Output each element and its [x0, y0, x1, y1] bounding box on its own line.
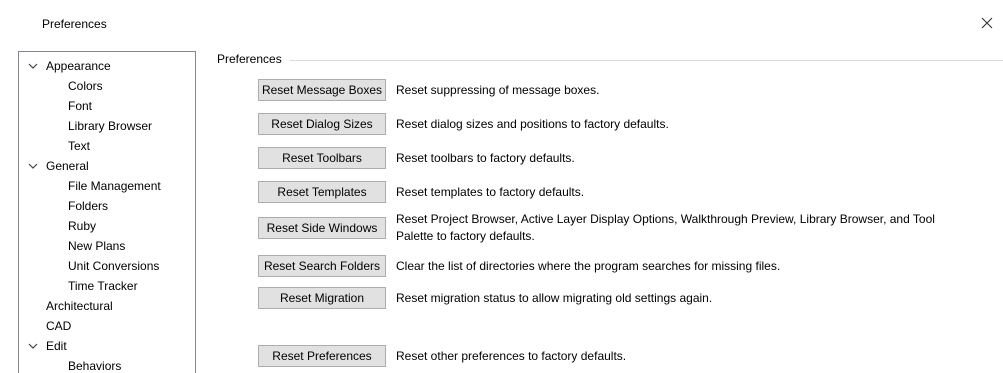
tree-item-label: Architectural: [46, 299, 113, 313]
reset-side-windows-button[interactable]: Reset Side Windows: [258, 217, 386, 239]
tree-item-label: File Management: [68, 179, 161, 193]
action-description: Reset dialog sizes and positions to fact…: [396, 117, 669, 131]
tree-item-general[interactable]: General: [19, 156, 195, 176]
reset-preferences-button[interactable]: Reset Preferences: [258, 345, 386, 367]
group-divider: [290, 60, 1003, 61]
action-description: Reset suppressing of message boxes.: [396, 83, 600, 97]
tree-item-appearance[interactable]: Appearance: [19, 56, 195, 76]
chevron-down-icon[interactable]: [28, 162, 38, 170]
tree-item-file-management[interactable]: File Management: [19, 176, 195, 196]
tree-item-ruby[interactable]: Ruby: [19, 216, 195, 236]
tree-item-edit[interactable]: Edit: [19, 336, 195, 356]
chevron-down-icon[interactable]: [28, 62, 38, 70]
tree-item-font[interactable]: Font: [19, 96, 195, 116]
action-description: Reset templates to factory defaults.: [396, 185, 585, 199]
tree-item-unit-conversions[interactable]: Unit Conversions: [19, 256, 195, 276]
tree-item-label: General: [46, 159, 89, 173]
close-icon[interactable]: [976, 12, 998, 34]
action-description: Reset other preferences to factory defau…: [396, 349, 627, 363]
action-description: Clear the list of directories where the …: [396, 259, 781, 273]
tree-item-label: Font: [68, 99, 93, 113]
preferences-tree[interactable]: Appearance Colors Font Library Browser T…: [18, 51, 196, 373]
tree-item-label: Library Browser: [68, 119, 153, 133]
tree-item-time-tracker[interactable]: Time Tracker: [19, 276, 195, 296]
action-description-line1: Reset Project Browser, Active Layer Disp…: [396, 212, 935, 226]
tree-item-label: Ruby: [68, 219, 97, 233]
tree-item-label: CAD: [46, 319, 72, 333]
reset-templates-button[interactable]: Reset Templates: [258, 181, 386, 203]
tree-item-new-plans[interactable]: New Plans: [19, 236, 195, 256]
tree-item-library-browser[interactable]: Library Browser: [19, 116, 195, 136]
title-bar: Preferences: [0, 0, 1003, 44]
tree-item-label: New Plans: [68, 239, 126, 253]
tree-item-label: Text: [68, 139, 91, 153]
reset-search-folders-button[interactable]: Reset Search Folders: [258, 255, 386, 277]
action-description-line2: Palette to factory defaults.: [396, 229, 535, 243]
reset-dialog-sizes-button[interactable]: Reset Dialog Sizes: [258, 113, 386, 135]
tree-item-label: Appearance: [46, 59, 111, 73]
reset-migration-button[interactable]: Reset Migration: [258, 287, 386, 309]
tree-item-label: Folders: [68, 199, 109, 213]
window-title: Preferences: [42, 17, 107, 31]
tree-item-label: Behaviors: [68, 359, 122, 373]
tree-item-colors[interactable]: Colors: [19, 76, 195, 96]
action-description: Reset migration status to allow migratin…: [396, 291, 713, 305]
reset-message-boxes-button[interactable]: Reset Message Boxes: [258, 79, 386, 101]
tree-item-label: Edit: [46, 339, 67, 353]
tree-item-label: Unit Conversions: [68, 259, 160, 273]
group-label: Preferences: [217, 52, 287, 66]
tree-item-behaviors[interactable]: Behaviors: [19, 356, 195, 373]
tree-item-architectural[interactable]: Architectural: [19, 296, 195, 316]
tree-item-folders[interactable]: Folders: [19, 196, 195, 216]
tree-item-label: Time Tracker: [68, 279, 138, 293]
tree-item-label: Colors: [68, 79, 103, 93]
tree-item-cad[interactable]: CAD: [19, 316, 195, 336]
chevron-down-icon[interactable]: [28, 342, 38, 350]
action-description: Reset toolbars to factory defaults.: [396, 151, 575, 165]
tree-item-text[interactable]: Text: [19, 136, 195, 156]
reset-toolbars-button[interactable]: Reset Toolbars: [258, 147, 386, 169]
